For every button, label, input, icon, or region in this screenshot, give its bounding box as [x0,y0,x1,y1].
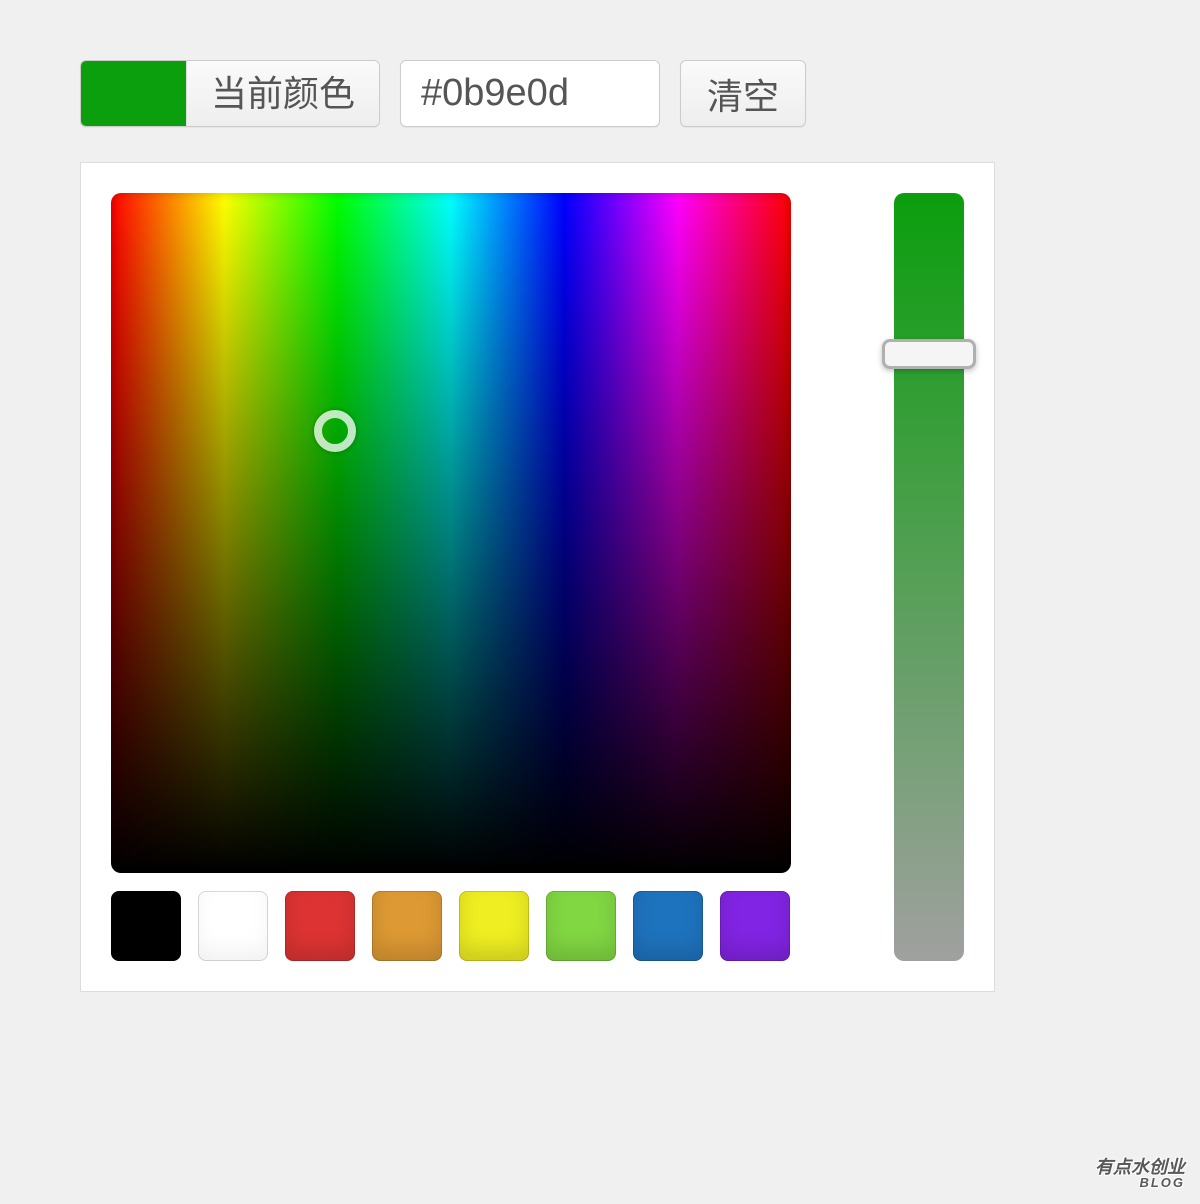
saturation-value-area[interactable] [111,193,791,873]
color-toolbar: 当前颜色 清空 [80,60,1120,127]
picker-left-column [111,193,859,961]
watermark: 有点水创业 BLOG [1095,1158,1185,1189]
swatch-yellow[interactable] [459,891,529,961]
current-color-label: 当前颜色 [186,61,379,126]
clear-button[interactable]: 清空 [680,60,806,127]
color-picker-panel [80,162,995,992]
preset-swatches-row [111,891,859,961]
watermark-line1: 有点水创业 [1095,1157,1185,1177]
swatch-black[interactable] [111,891,181,961]
swatch-purple[interactable] [720,891,790,961]
swatch-red[interactable] [285,891,355,961]
swatch-blue[interactable] [633,891,703,961]
hex-input[interactable] [400,60,660,127]
watermark-line2: BLOG [1095,1176,1185,1189]
swatch-white[interactable] [198,891,268,961]
current-color-swatch [81,61,186,126]
swatch-orange[interactable] [372,891,442,961]
value-slider[interactable] [894,193,964,961]
sv-cursor-icon[interactable] [314,410,356,452]
swatch-green[interactable] [546,891,616,961]
slider-thumb[interactable] [882,339,976,369]
current-color-button[interactable]: 当前颜色 [80,60,380,127]
